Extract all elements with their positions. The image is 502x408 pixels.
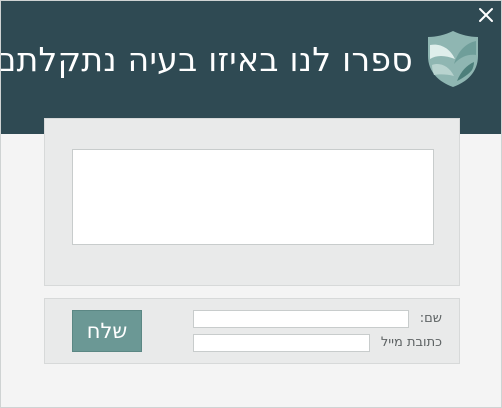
shield-logo-icon: [428, 31, 478, 87]
dialog-header: ספרו לנו באיזו בעיה נתקלתם: [1, 1, 501, 134]
name-input[interactable]: [193, 310, 409, 328]
dialog-title: ספרו לנו באיזו בעיה נתקלתם: [0, 40, 413, 79]
contact-form-panel: שלח שם: כתובת מייל: [44, 298, 460, 364]
email-input[interactable]: [193, 334, 370, 352]
close-icon[interactable]: [477, 6, 495, 24]
message-panel: [44, 118, 460, 286]
email-label: כתובת מייל: [380, 335, 442, 350]
problem-description-textarea[interactable]: [72, 149, 434, 245]
send-button[interactable]: שלח: [72, 310, 142, 352]
report-problem-dialog: ספרו לנו באיזו בעיה נתקלתם שלח שם: כתובת…: [0, 0, 502, 408]
name-label: שם:: [419, 311, 442, 326]
